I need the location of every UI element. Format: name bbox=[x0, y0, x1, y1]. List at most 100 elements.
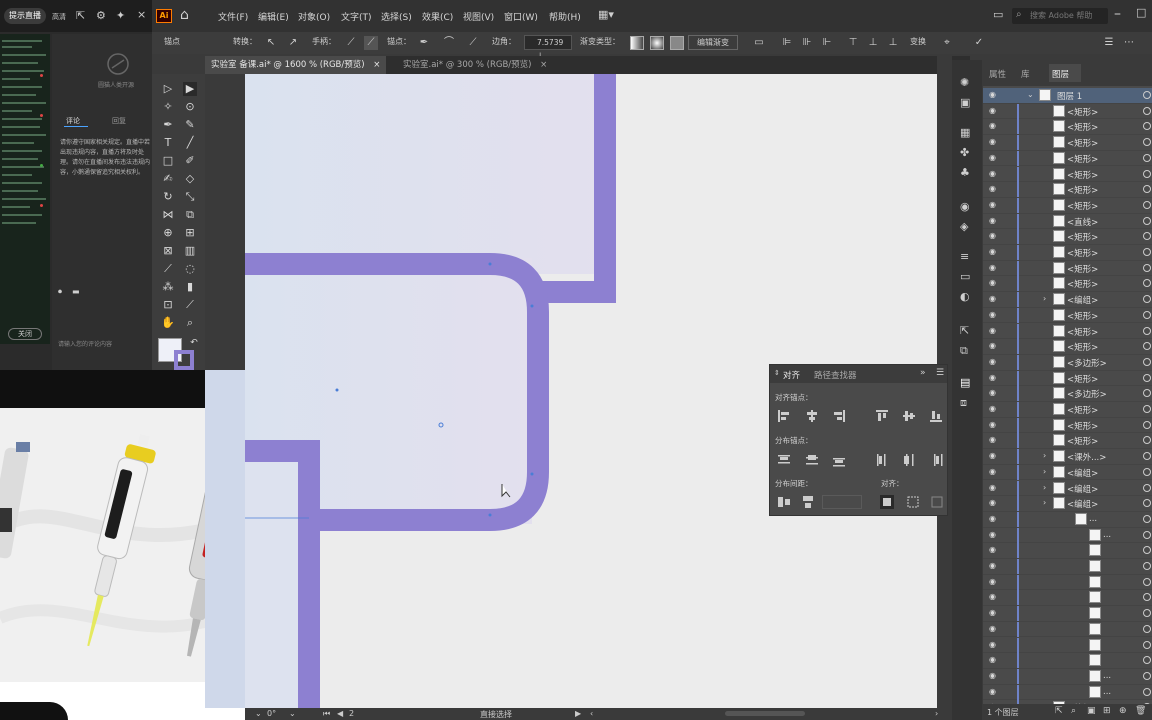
expand-chevron-icon[interactable]: › bbox=[1043, 467, 1046, 476]
target-circle-icon[interactable] bbox=[1143, 232, 1151, 241]
visibility-eye-icon[interactable]: ◉ bbox=[989, 248, 999, 256]
remove-anchor-icon[interactable]: ✒ bbox=[417, 36, 431, 50]
target-circle-icon[interactable] bbox=[1143, 483, 1151, 492]
export-icon[interactable]: ⇱ bbox=[960, 324, 969, 337]
visibility-eye-icon[interactable]: ◉ bbox=[989, 216, 999, 225]
layer-row[interactable]: ◉ <多边形> bbox=[983, 386, 1152, 402]
layer-name[interactable]: <多边形> bbox=[1067, 357, 1107, 369]
target-circle-icon[interactable] bbox=[1143, 546, 1151, 555]
layer-row[interactable]: ◉ bbox=[983, 653, 1152, 669]
visibility-eye-icon[interactable]: ◉ bbox=[989, 530, 999, 539]
layer-row[interactable]: ◉ <矩形> bbox=[983, 402, 1152, 418]
visibility-eye-icon[interactable]: ◉ bbox=[989, 326, 999, 335]
visibility-eye-icon[interactable]: ◉ bbox=[989, 310, 999, 319]
target-circle-icon[interactable] bbox=[1143, 452, 1151, 461]
menu-select[interactable]: 选择(S) bbox=[381, 10, 412, 23]
layer-name[interactable]: ... bbox=[1089, 514, 1097, 524]
visibility-eye-icon[interactable]: ◉ bbox=[989, 200, 999, 209]
transform-label[interactable]: 变换 bbox=[910, 36, 926, 47]
mesh-tool-icon[interactable]: ⊠ bbox=[161, 244, 175, 258]
arrange-icon[interactable]: ▭ bbox=[752, 36, 766, 50]
popout-icon[interactable]: ⇱ bbox=[76, 9, 85, 22]
new-layer-icon[interactable]: ⊕ bbox=[1119, 706, 1127, 716]
target-circle-icon[interactable] bbox=[1143, 640, 1151, 649]
width-tool-icon[interactable]: ⋈ bbox=[161, 208, 175, 222]
align-to-key-object-icon[interactable] bbox=[906, 495, 920, 509]
panel-expand-icon[interactable]: » bbox=[920, 368, 926, 378]
visibility-eye-icon[interactable]: ◉ bbox=[989, 546, 999, 554]
visibility-eye-icon[interactable]: ◉ bbox=[989, 577, 999, 586]
align-top-icon[interactable]: ⊤ bbox=[846, 36, 860, 50]
layer-row[interactable]: ◉ › <编组> bbox=[983, 480, 1152, 497]
type-tool-icon[interactable]: T bbox=[161, 136, 175, 150]
visibility-eye-icon[interactable]: ◉ bbox=[989, 138, 999, 146]
target-circle-icon[interactable] bbox=[1143, 577, 1151, 586]
layer-row[interactable]: ◉ <直线> bbox=[983, 213, 1152, 230]
visibility-eye-icon[interactable]: ◉ bbox=[989, 483, 999, 492]
rotate-view-chevron-icon[interactable]: ⌄ bbox=[255, 709, 262, 718]
target-circle-icon[interactable] bbox=[1143, 467, 1151, 476]
graph-tool-icon[interactable]: ▮ bbox=[183, 280, 197, 294]
visibility-eye-icon[interactable]: ◉ bbox=[989, 263, 999, 272]
artboard-number[interactable]: 2 bbox=[349, 709, 354, 718]
layer-name[interactable]: <矩形> bbox=[1067, 106, 1098, 118]
target-circle-icon[interactable] bbox=[1143, 91, 1151, 99]
tab-document-1[interactable]: 实验室 备课.ai* @ 1600 % (RGB/预览) × bbox=[205, 56, 387, 74]
layer-name[interactable]: <矩形> bbox=[1067, 247, 1098, 259]
artboard-tool-icon[interactable]: ⊡ bbox=[161, 298, 175, 312]
layer-name[interactable]: <矩形> bbox=[1067, 341, 1098, 353]
target-circle-icon[interactable] bbox=[1143, 436, 1151, 445]
distribute-vspace-icon[interactable] bbox=[777, 495, 791, 509]
selection-tool-icon[interactable]: ▷ bbox=[161, 82, 175, 96]
first-artboard-icon[interactable]: ⏮ bbox=[323, 709, 330, 719]
linear-gradient-icon[interactable] bbox=[630, 36, 644, 50]
layer-name[interactable]: <矩形> bbox=[1067, 263, 1098, 275]
target-circle-icon[interactable] bbox=[1143, 420, 1151, 429]
tab-pathfinder[interactable]: 路径查找器 bbox=[814, 369, 857, 381]
target-circle-icon[interactable] bbox=[1143, 248, 1151, 256]
layer-name[interactable]: 图层 1 bbox=[1057, 90, 1082, 102]
layer-row[interactable]: ◉ bbox=[983, 621, 1152, 638]
rectangle-tool-icon[interactable]: □ bbox=[161, 154, 175, 168]
align-left-icon[interactable] bbox=[777, 409, 791, 423]
new-sublayer-icon[interactable]: ⊞ bbox=[1103, 706, 1111, 716]
target-circle-icon[interactable] bbox=[1143, 169, 1151, 178]
layer-name[interactable]: <编组> bbox=[1067, 498, 1098, 510]
visibility-eye-icon[interactable]: ◉ bbox=[989, 357, 999, 366]
horizontal-scrollbar-thumb[interactable] bbox=[725, 711, 805, 716]
distribute-bottom-icon[interactable] bbox=[832, 453, 846, 467]
arrange-documents-icon[interactable]: ▭ bbox=[993, 8, 1003, 21]
align-vcenter-icon[interactable] bbox=[902, 409, 916, 423]
lasso-tool-icon[interactable]: ⊙ bbox=[183, 100, 197, 114]
menu-edit[interactable]: 编辑(E) bbox=[258, 10, 289, 23]
canvas-left-area[interactable] bbox=[205, 370, 245, 708]
target-circle-icon[interactable] bbox=[1143, 279, 1151, 288]
target-circle-icon[interactable] bbox=[1143, 216, 1151, 225]
target-circle-icon[interactable] bbox=[1143, 263, 1151, 272]
freeform-gradient-icon[interactable] bbox=[670, 36, 684, 50]
record-icon[interactable]: ⏺ bbox=[58, 287, 62, 297]
layer-row[interactable]: ◉ <矩形> bbox=[983, 323, 1152, 340]
layer-name[interactable]: <编组> bbox=[1067, 294, 1098, 306]
convert-smooth-icon[interactable]: ↗ bbox=[286, 36, 300, 50]
align-hcenter-icon[interactable]: ⊪ bbox=[800, 36, 814, 50]
target-circle-icon[interactable] bbox=[1143, 373, 1151, 382]
visibility-eye-icon[interactable]: ◉ bbox=[989, 624, 999, 633]
layer-row[interactable]: ◉ bbox=[983, 543, 1152, 559]
graphic-styles-icon[interactable]: ◈ bbox=[960, 220, 968, 233]
visibility-eye-icon[interactable]: ◉ bbox=[989, 656, 999, 664]
search-input[interactable]: 搜索 Adobe 帮助 bbox=[1012, 8, 1108, 24]
layer-name[interactable]: <编组> bbox=[1067, 467, 1098, 479]
layer-name[interactable]: ... bbox=[1103, 671, 1111, 681]
expand-chevron-icon[interactable]: › bbox=[1043, 483, 1046, 492]
layer-name[interactable]: <课外...> bbox=[1067, 451, 1106, 463]
visibility-eye-icon[interactable]: ◉ bbox=[989, 295, 999, 303]
quality-label[interactable]: 高清 bbox=[52, 12, 66, 22]
visibility-eye-icon[interactable]: ◉ bbox=[989, 499, 999, 507]
layer-name[interactable]: <矩形> bbox=[1067, 326, 1098, 338]
visibility-eye-icon[interactable]: ◉ bbox=[989, 609, 999, 617]
stroke-icon[interactable]: ≡ bbox=[960, 250, 969, 263]
layer-row[interactable]: ◉ <多边形> bbox=[983, 354, 1152, 371]
target-circle-icon[interactable] bbox=[1143, 530, 1151, 539]
target-circle-icon[interactable] bbox=[1143, 624, 1151, 633]
